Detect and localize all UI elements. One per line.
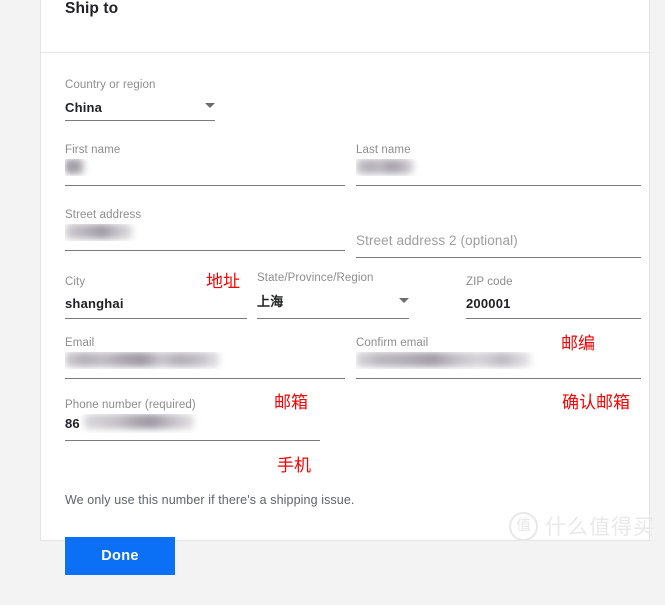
last-name-underline — [356, 185, 641, 186]
email-label: Email — [65, 336, 345, 350]
phone-number-label: Phone number (required) — [65, 398, 320, 412]
street-address-label: Street address — [65, 208, 345, 222]
annotation-phone: 手机 — [277, 456, 311, 476]
chevron-down-icon[interactable] — [205, 103, 215, 108]
field-street-address[interactable]: Street address — [65, 208, 345, 251]
field-confirm-email[interactable]: Confirm email — [356, 336, 641, 379]
field-country-or-region[interactable]: Country or region China — [65, 78, 215, 121]
confirm-email-label: Confirm email — [356, 336, 641, 350]
confirm-email-value-redacted — [356, 352, 641, 369]
email-underline — [65, 378, 345, 379]
phone-helper-text: We only use this number if there's a shi… — [65, 493, 354, 507]
phone-number-underline — [65, 440, 320, 441]
field-email[interactable]: Email — [65, 336, 345, 379]
ship-to-card: Ship to Country or region China First na… — [40, 0, 650, 541]
first-name-underline — [65, 185, 345, 186]
street-address-2-placeholder: Street address 2 (optional) — [356, 231, 641, 250]
first-name-value-redacted — [65, 159, 345, 176]
done-button[interactable]: Done — [65, 537, 175, 575]
field-phone-number[interactable]: Phone number (required) 86 — [65, 398, 320, 441]
last-name-label: Last name — [356, 143, 641, 157]
phone-number-value-prefix: 86 — [65, 414, 80, 433]
city-underline — [65, 318, 247, 319]
shipping-address-form: Country or region China First name Last … — [41, 53, 649, 605]
card-header: Ship to — [41, 0, 649, 53]
country-or-region-value: China — [65, 98, 215, 117]
chevron-down-icon[interactable] — [399, 298, 409, 303]
zip-code-value: 200001 — [466, 294, 641, 313]
annotation-confirm-email: 确认邮箱 — [562, 393, 630, 413]
field-zip-code[interactable]: ZIP code 200001 — [466, 275, 641, 319]
country-or-region-underline — [65, 120, 215, 121]
phone-number-value-redacted: 86 — [65, 414, 320, 433]
zip-code-underline — [466, 318, 641, 319]
street-address-2-underline — [356, 257, 641, 258]
first-name-label: First name — [65, 143, 345, 157]
field-city[interactable]: City shanghai — [65, 275, 247, 319]
street-address-value-redacted — [65, 224, 345, 241]
page-title: Ship to — [65, 0, 118, 18]
country-or-region-label: Country or region — [65, 78, 215, 92]
city-label: City — [65, 275, 247, 289]
email-value-redacted — [65, 352, 345, 369]
zip-code-label: ZIP code — [466, 275, 641, 289]
city-value: shanghai — [65, 294, 247, 313]
last-name-value-redacted — [356, 159, 641, 176]
state-province-region-value: 上海 — [257, 293, 409, 312]
field-last-name[interactable]: Last name — [356, 143, 641, 186]
state-province-region-label: State/Province/Region — [257, 271, 409, 285]
state-province-region-underline — [257, 318, 409, 319]
confirm-email-underline — [356, 378, 641, 379]
street-address-underline — [65, 250, 345, 251]
field-state-province-region[interactable]: State/Province/Region 上海 — [257, 271, 409, 319]
field-first-name[interactable]: First name — [65, 143, 345, 186]
field-street-address-2[interactable]: Street address 2 (optional) — [356, 208, 641, 258]
